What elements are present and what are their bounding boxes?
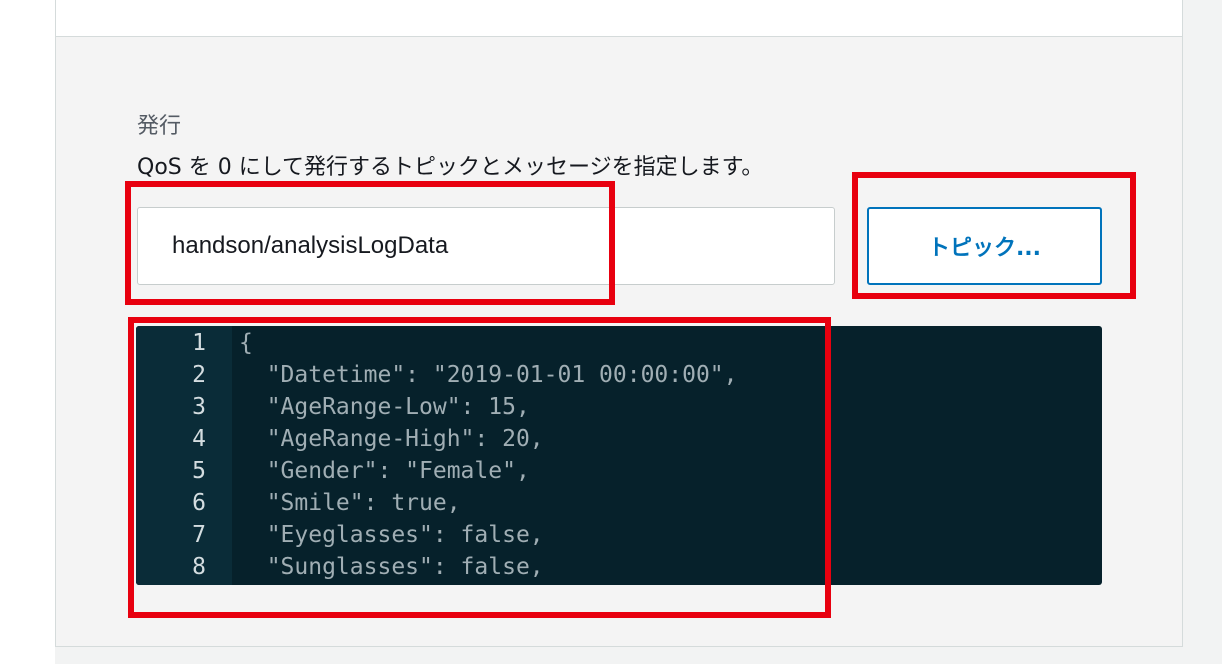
- code-line: 5 "Gender": "Female",: [136, 455, 1102, 487]
- code-line: 2 "Datetime": "2019-01-01 00:00:00",: [136, 359, 1102, 391]
- topic-select-button[interactable]: トピック...: [867, 207, 1102, 285]
- code-line: 4 "AgeRange-High": 20,: [136, 423, 1102, 455]
- line-number: 1: [192, 330, 206, 356]
- code-text: "Datetime": "2019-01-01 00:00:00",: [239, 362, 738, 388]
- line-number: 8: [192, 554, 206, 580]
- code-text: "AgeRange-Low": 15,: [239, 394, 530, 420]
- line-number: 7: [192, 522, 206, 548]
- code-text: "Gender": "Female",: [239, 458, 530, 484]
- code-text: "Sunglasses": false,: [239, 554, 544, 580]
- code-line: 8 "Sunglasses": false,: [136, 551, 1102, 583]
- code-text: "Smile": true,: [239, 490, 461, 516]
- left-margin: [0, 0, 55, 664]
- line-number: 6: [192, 490, 206, 516]
- message-editor[interactable]: 1 { 2 "Datetime": "2019-01-01 00:00:00",…: [136, 326, 1102, 585]
- publish-description: QoS を 0 にして発行するトピックとメッセージを指定します。: [137, 155, 764, 180]
- publish-title: 発行: [137, 114, 182, 139]
- line-number: 5: [192, 458, 206, 484]
- right-margin: [1183, 0, 1222, 664]
- code-text: "Eyeglasses": false,: [239, 522, 544, 548]
- code-line: 3 "AgeRange-Low": 15,: [136, 391, 1102, 423]
- line-number: 2: [192, 362, 206, 388]
- code-text: {: [239, 330, 253, 356]
- line-number: 4: [192, 426, 206, 452]
- topic-input[interactable]: [137, 207, 835, 285]
- code-line: 7 "Eyeglasses": false,: [136, 519, 1102, 551]
- line-number: 3: [192, 394, 206, 420]
- code-text: "AgeRange-High": 20,: [239, 426, 544, 452]
- code-line: 6 "Smile": true,: [136, 487, 1102, 519]
- panel-header-area: [56, 0, 1182, 37]
- code-line: 1 {: [136, 327, 1102, 359]
